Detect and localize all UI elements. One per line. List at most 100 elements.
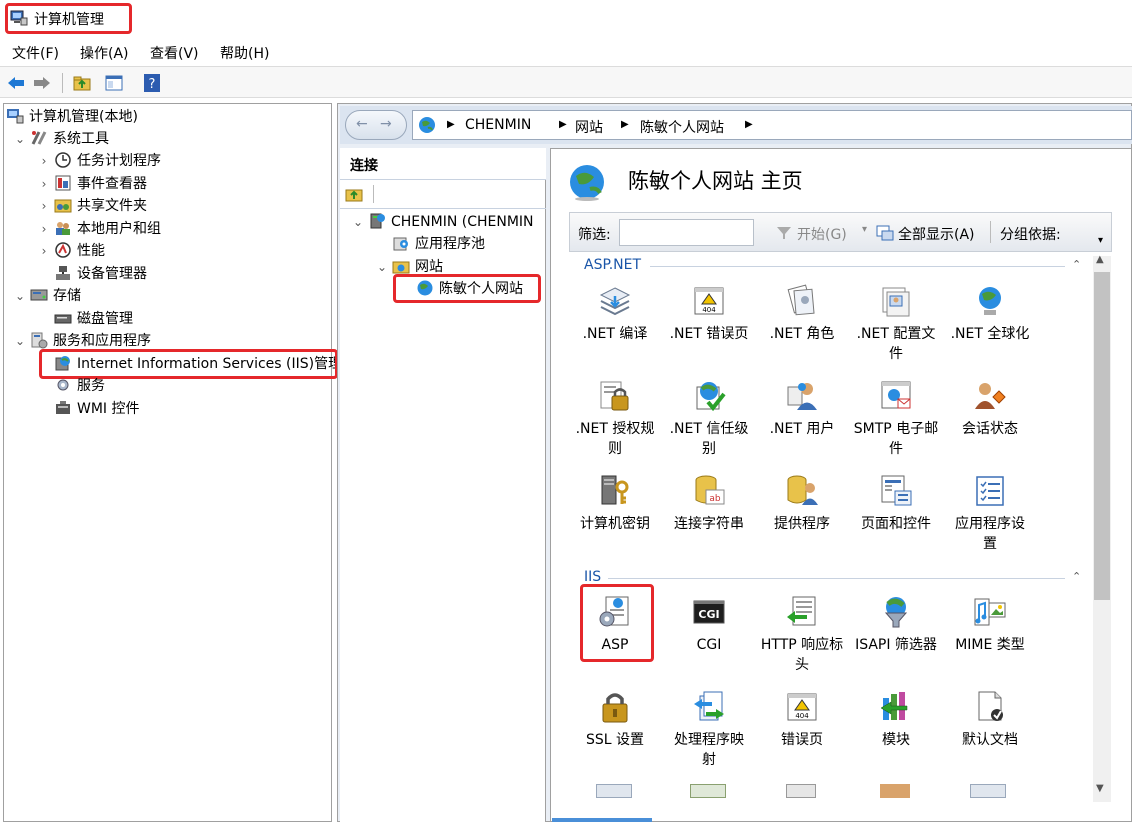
forward-arrow-icon[interactable] [32, 73, 52, 93]
start-filter-button[interactable]: 开始(G) [797, 224, 847, 244]
feature-label: .NET 角色 [769, 326, 835, 342]
show-all-button[interactable]: 全部显示(A) [898, 224, 975, 244]
iis-feature-modules[interactable]: 模块 [850, 690, 942, 750]
app-settings-icon [976, 476, 1004, 506]
feature-label: 页面和控件 [861, 516, 931, 532]
tree-item-event-viewer[interactable]: › 事件查看器 [42, 173, 147, 195]
aspnet-feature-connection-strings[interactable]: ab 连接字符串 [663, 474, 755, 534]
chevron-right-icon[interactable]: › [38, 173, 50, 195]
group-by-label[interactable]: 分组依据: [1000, 224, 1061, 244]
iis-feature-error-pages[interactable]: 404 错误页 [756, 690, 848, 750]
up-folder-icon[interactable] [72, 73, 92, 93]
aspnet-feature-pages-controls[interactable]: 页面和控件 [850, 474, 942, 534]
aspnet-feature-net-error-pages[interactable]: 404 .NET 错误页 [663, 284, 755, 344]
conn-item-sites[interactable]: ⌄ 网站 [377, 256, 443, 278]
iis-feature-http-headers[interactable]: HTTP 响应标头 [756, 595, 848, 675]
chevron-down-icon[interactable]: ▾ [1098, 235, 1103, 246]
storage-icon [30, 289, 48, 301]
shared-folder-icon [54, 199, 72, 213]
breadcrumb-site[interactable]: 陈敏个人网站 [640, 117, 724, 137]
up-folder-icon[interactable] [345, 185, 363, 203]
menu-help[interactable]: 帮助(H) [220, 43, 269, 63]
chevron-down-icon[interactable]: ⌄ [14, 285, 26, 307]
breadcrumb-server[interactable]: CHENMIN [465, 117, 531, 133]
iis-feature-cgi[interactable]: CGI CGI [663, 595, 755, 655]
iis-feature-ssl-settings[interactable]: SSL 设置 [569, 690, 661, 750]
collapse-icon[interactable]: ⌃ [1072, 570, 1081, 583]
menu-file[interactable]: 文件(F) [12, 43, 59, 63]
filter-input[interactable] [619, 219, 754, 246]
tree-item-root[interactable]: 计算机管理(本地) [6, 106, 138, 128]
chevron-down-icon[interactable]: ⌄ [14, 128, 26, 150]
aspnet-feature-net-globalization[interactable]: .NET 全球化 [944, 284, 1036, 344]
aspnet-feature-net-trust-levels[interactable]: .NET 信任级别 [663, 379, 755, 459]
iis-feature-default-document[interactable]: 默认文档 [944, 690, 1036, 750]
feature-icon-partial [880, 784, 910, 798]
conn-item-site[interactable]: 陈敏个人网站 [416, 278, 523, 300]
tree-item-local-users[interactable]: › 本地用户和组 [42, 218, 161, 240]
crumb-separator-icon: ▶ [559, 119, 567, 130]
aspnet-feature-net-authorization[interactable]: .NET 授权规则 [569, 379, 661, 459]
aspnet-feature-app-settings[interactable]: 应用程序设置 [944, 474, 1036, 554]
server-icon [370, 213, 385, 229]
chevron-down-icon[interactable]: ▾ [862, 224, 867, 235]
aspnet-feature-net-compile[interactable]: .NET 编译 [569, 284, 661, 344]
breadcrumb-sites[interactable]: 网站 [575, 117, 603, 137]
feature-label-line2: 别 [702, 441, 716, 457]
iis-feature-handler-mappings[interactable]: 处理程序映射 [663, 690, 755, 770]
menu-action[interactable]: 操作(A) [80, 43, 129, 63]
feature-label: 会话状态 [962, 421, 1018, 437]
help-icon[interactable]: ? [142, 73, 162, 93]
globe-icon [417, 280, 433, 296]
aspnet-feature-net-users[interactable]: .NET 用户 [756, 379, 848, 439]
console-tree-pane [3, 103, 332, 822]
show-all-icon [876, 225, 894, 241]
scroll-down-icon[interactable]: ▼ [1096, 783, 1104, 794]
chevron-down-icon[interactable]: ⌄ [376, 256, 388, 278]
tree-item-services[interactable]: 服务 [54, 375, 105, 397]
chevron-down-icon[interactable]: ⌄ [14, 330, 26, 352]
iis-feature-asp[interactable]: ASP [569, 595, 661, 655]
scrollbar-thumb[interactable] [1094, 272, 1110, 600]
toolbar: ? [0, 66, 1132, 98]
tree-item-performance[interactable]: › 性能 [42, 240, 105, 262]
iis-feature-mime-types[interactable]: MIME 类型 [944, 595, 1036, 655]
aspnet-feature-net-profile[interactable]: .NET 配置文件 [850, 284, 942, 364]
page-title: 陈敏个人网站 主页 [628, 169, 803, 193]
feature-icon-partial [690, 784, 726, 798]
tree-item-iis[interactable]: Internet Information Services (IIS)管理 [54, 353, 342, 375]
chevron-right-icon[interactable]: › [38, 218, 50, 240]
collapse-icon[interactable]: ⌃ [1072, 258, 1081, 271]
iis-feature-isapi-filters[interactable]: ISAPI 筛选器 [850, 595, 942, 655]
back-arrow-icon[interactable]: ← [356, 116, 368, 132]
tree-item-device-manager[interactable]: 设备管理器 [54, 263, 147, 285]
conn-item-app-pools[interactable]: 应用程序池 [392, 233, 485, 255]
aspnet-feature-session-state[interactable]: 会话状态 [944, 379, 1036, 439]
tree-item-disk-management[interactable]: 磁盘管理 [54, 308, 133, 330]
tree-item-task-scheduler[interactable]: › 任务计划程序 [42, 150, 161, 172]
chevron-right-icon[interactable]: › [38, 150, 50, 172]
aspnet-feature-machine-key[interactable]: 计算机密钥 [569, 474, 661, 534]
conn-item-server[interactable]: ⌄ CHENMIN (CHENMIN [353, 211, 534, 233]
aspnet-feature-providers[interactable]: 提供程序 [756, 474, 848, 534]
chevron-down-icon[interactable]: ⌄ [352, 211, 364, 233]
feature-label: HTTP 响应标 [760, 637, 844, 653]
tree-item-wmi[interactable]: WMI 控件 [54, 398, 140, 420]
feature-label-line2: 则 [608, 441, 622, 457]
tree-item-services-apps[interactable]: ⌄ 服务和应用程序 [15, 330, 151, 352]
scroll-up-icon[interactable]: ▲ [1096, 254, 1104, 265]
aspnet-feature-smtp-email[interactable]: SMTP 电子邮件 [850, 379, 942, 459]
nav-buttons: ← → [345, 110, 407, 140]
chevron-right-icon[interactable]: › [38, 240, 50, 262]
feature-label: 计算机密钥 [580, 516, 650, 532]
chevron-right-icon[interactable]: › [38, 195, 50, 217]
back-arrow-icon[interactable] [6, 73, 26, 93]
session-state-icon [975, 383, 1006, 409]
tree-item-storage[interactable]: ⌄ 存储 [15, 285, 81, 307]
aspnet-feature-net-roles[interactable]: .NET 角色 [756, 284, 848, 344]
tree-item-system-tools[interactable]: ⌄ 系统工具 [15, 128, 109, 150]
show-hide-console-tree-icon[interactable] [104, 73, 124, 93]
tree-item-shared-folders[interactable]: › 共享文件夹 [42, 195, 147, 217]
menu-view[interactable]: 查看(V) [150, 43, 199, 63]
forward-arrow-icon[interactable]: → [380, 116, 392, 132]
